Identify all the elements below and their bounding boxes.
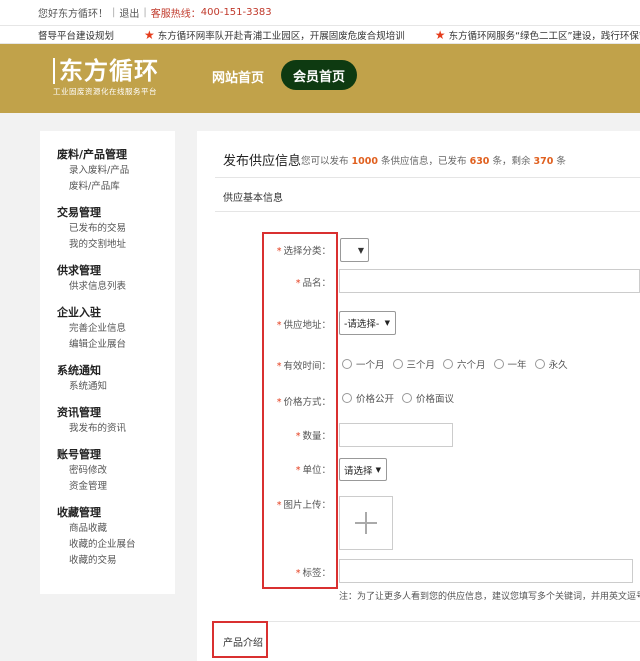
price-option[interactable]: 价格公开 [342, 391, 394, 405]
sidebar: 废料/产品管理 录入废料/产品 废料/产品库 交易管理 已发布的交易 我的交割地… [40, 131, 175, 594]
section-title-intro: 产品介绍 [223, 638, 263, 649]
sidebar-link[interactable]: 密码修改 [57, 463, 175, 479]
divider [215, 177, 640, 178]
category-label: * 选择分类： [276, 246, 331, 257]
sidebar-group-title: 交易管理 [57, 206, 101, 219]
logo-sub-text: 工业固废资源化在线服务平台 [53, 87, 157, 96]
sidebar-link[interactable]: 我发布的资讯 [57, 421, 175, 437]
sidebar-group-title: 资讯管理 [57, 406, 101, 419]
nav-home-link[interactable]: 网站首页 [212, 67, 264, 86]
address-label: * 供应地址： [276, 320, 331, 331]
page-title: 发布供应信息 [223, 154, 302, 169]
category-select[interactable]: ▼ [340, 238, 369, 262]
divider [215, 211, 640, 212]
separator: | [143, 7, 147, 18]
sidebar-group-title: 收藏管理 [57, 506, 101, 519]
tags-label: * 标签： [295, 568, 331, 579]
validity-option[interactable]: 一年 [493, 357, 527, 371]
name-input[interactable] [339, 269, 640, 293]
sidebar-group-waste: 废料/产品管理 录入废料/产品 废料/产品库 [57, 147, 175, 195]
validity-label: * 有效时间： [276, 361, 331, 372]
ticker-item[interactable]: ★ 东方循环网率队开赴青浦工业园区，开展固废危废合规培训 [144, 28, 405, 42]
site-header: 东方循环 工业固废资源化在线服务平台 网站首页 会员首页 [0, 44, 640, 113]
tags-note: 注：为了让更多人看到您的供应信息，建议您填写多个关键词，并用英文逗号 [339, 592, 640, 602]
caret-down-icon: ▼ [384, 319, 390, 327]
tags-input[interactable] [339, 559, 633, 583]
nav-member-button[interactable]: 会员首页 [281, 60, 358, 90]
validity-option[interactable]: 一个月 [342, 357, 385, 371]
news-ticker: 督导平台建设规划 ★ 东方循环网率队开赴青浦工业园区，开展固废危废合规培训 ★ 东方… [0, 26, 640, 44]
site-logo[interactable]: 东方循环 工业固废资源化在线服务平台 [53, 58, 161, 98]
main-panel: 发布供应信息 您可以发布 1000 条供应信息，已发布 630 条，剩余 370… [197, 131, 640, 661]
sidebar-link[interactable]: 录入废料/产品 [57, 163, 175, 179]
radio-icon [342, 359, 352, 369]
sidebar-group-supply: 供求管理 供求信息列表 [57, 263, 175, 295]
quantity-input[interactable] [339, 423, 453, 447]
sidebar-link[interactable]: 我的交割地址 [57, 237, 175, 253]
sidebar-group-news: 资讯管理 我发布的资讯 [57, 405, 175, 437]
sidebar-link[interactable]: 废料/产品库 [57, 179, 175, 195]
name-label: * 品名： [295, 278, 331, 289]
caret-down-icon: ▼ [357, 245, 364, 255]
top-bar: 您好东方循环！ | 退出 | 客服热线： 400-151-3383 [0, 0, 640, 26]
sidebar-group-notice: 系统通知 系统通知 [57, 363, 175, 395]
star-icon: ★ [144, 27, 155, 42]
price-radio-group: 价格公开 价格面议 [342, 391, 462, 405]
sidebar-link[interactable]: 完善企业信息 [57, 321, 175, 337]
unit-label: * 单位： [295, 465, 331, 476]
address-select[interactable]: -请选择- ▼ [339, 311, 396, 335]
sidebar-group-trade: 交易管理 已发布的交易 我的交割地址 [57, 205, 175, 253]
quantity-label: * 数量： [295, 431, 331, 442]
plus-icon [355, 512, 377, 534]
sidebar-link[interactable]: 编辑企业展台 [57, 337, 175, 353]
ticker-item[interactable]: 督导平台建设规划 [38, 28, 114, 42]
validity-option[interactable]: 六个月 [443, 357, 486, 371]
price-option[interactable]: 价格面议 [402, 391, 454, 405]
caret-down-icon: ▼ [375, 465, 381, 474]
image-upload-button[interactable] [339, 496, 393, 550]
sidebar-link[interactable]: 已发布的交易 [57, 221, 175, 237]
sidebar-link[interactable]: 供求信息列表 [57, 279, 175, 295]
sidebar-link[interactable]: 系统通知 [57, 379, 175, 395]
radio-icon [534, 359, 545, 369]
divider [215, 621, 640, 622]
separator: | [112, 7, 116, 18]
sidebar-group-enterprise: 企业入驻 完善企业信息 编辑企业展台 [57, 305, 175, 353]
sidebar-group-title: 供求管理 [57, 264, 101, 277]
hotline-number: 400-151-3383 [200, 7, 272, 18]
logo-main-text: 东方循环 [53, 58, 161, 84]
radio-icon [493, 359, 504, 369]
price-label: * 价格方式： [276, 397, 331, 408]
quota-total: 1000 [351, 156, 378, 167]
validity-option[interactable]: 三个月 [392, 357, 435, 371]
sidebar-link[interactable]: 商品收藏 [57, 521, 175, 537]
radio-icon [443, 359, 454, 369]
image-label: * 图片上传： [276, 500, 331, 511]
logout-link[interactable]: 退出 [119, 5, 139, 20]
quota-summary: 您可以发布 1000 条供应信息，已发布 630 条，剩余 370 条 [301, 156, 566, 167]
hotline-label: 客服热线： [150, 9, 201, 20]
sidebar-group-favorites: 收藏管理 商品收藏 收藏的企业展台 收藏的交易 [57, 505, 175, 569]
sidebar-group-title: 企业入驻 [57, 306, 101, 319]
sidebar-group-title: 系统通知 [57, 364, 101, 377]
quota-remaining: 370 [533, 156, 554, 167]
sidebar-group-title: 账号管理 [57, 448, 101, 461]
sidebar-group-account: 账号管理 密码修改 资金管理 [57, 447, 175, 495]
ticker-item[interactable]: ★ 东方循环网服务“绿色二工区”建设，践行环保管 [435, 28, 640, 42]
validity-radio-group: 一个月 三个月 六个月 一年 永久 [342, 357, 576, 371]
radio-icon [392, 359, 403, 369]
validity-option[interactable]: 永久 [534, 357, 568, 371]
sidebar-group-title: 废料/产品管理 [57, 148, 128, 161]
quota-published: 630 [469, 156, 490, 167]
radio-icon [402, 393, 413, 403]
greeting-text: 您好东方循环！ [38, 9, 108, 20]
unit-select[interactable]: 请选择 ▼ [339, 458, 387, 481]
sidebar-link[interactable]: 资金管理 [57, 479, 175, 495]
sidebar-link[interactable]: 收藏的企业展台 [57, 537, 175, 553]
radio-icon [342, 393, 352, 403]
star-icon: ★ [434, 27, 446, 42]
sidebar-link[interactable]: 收藏的交易 [57, 553, 175, 569]
section-title-basic: 供应基本信息 [223, 193, 283, 204]
